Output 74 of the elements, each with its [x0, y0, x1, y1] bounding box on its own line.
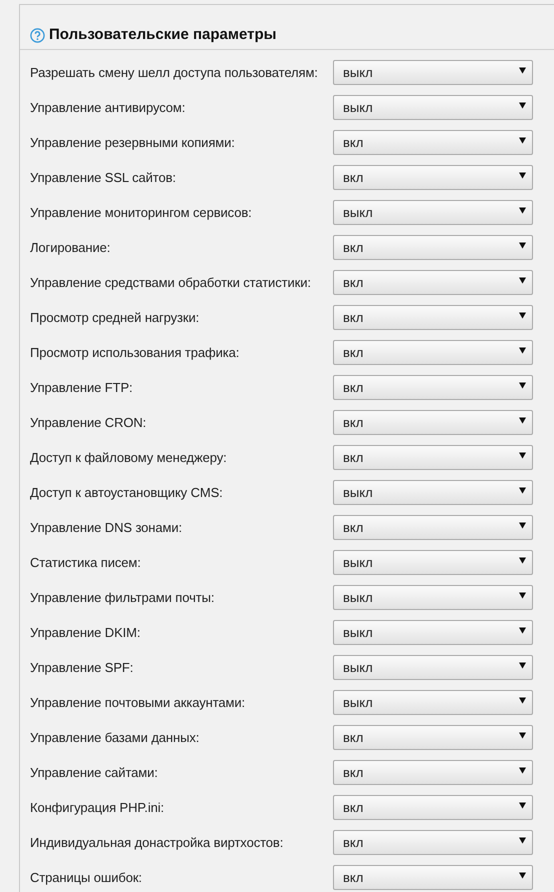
select-dropdown[interactable]: вкл: [333, 410, 533, 435]
caret-icon: [519, 487, 526, 494]
setting-label: Управление SSL сайтов:: [30, 170, 177, 185]
caret-icon: [519, 872, 526, 879]
caret-icon: [519, 312, 526, 319]
help-icon[interactable]: [30, 28, 45, 43]
setting-label: Статистика писем:: [30, 555, 142, 570]
select-dropdown[interactable]: выкл: [333, 620, 533, 645]
select-dropdown[interactable]: вкл: [333, 725, 533, 750]
caret-icon: [519, 102, 526, 109]
setting-label: Управление сайтами:: [30, 765, 159, 780]
caret-icon: [519, 592, 526, 599]
select-dropdown[interactable]: вкл: [333, 270, 533, 295]
caret-icon: [519, 242, 526, 249]
select-dropdown[interactable]: выкл: [333, 585, 533, 610]
select-dropdown[interactable]: вкл: [333, 795, 533, 820]
setting-label: Просмотр средней нагрузки:: [30, 310, 200, 325]
caret-icon: [519, 382, 526, 389]
setting-label: Управление мониторингом сервисов:: [30, 205, 253, 220]
caret-icon: [519, 732, 526, 739]
setting-label: Управление фильтрами почты:: [30, 590, 216, 605]
caret-icon: [519, 347, 526, 354]
select-dropdown[interactable]: вкл: [333, 130, 533, 155]
setting-label: Управление DKIM:: [30, 625, 142, 640]
select-dropdown[interactable]: вкл: [333, 515, 533, 540]
setting-label: Управление почтовыми аккаунтами:: [30, 695, 246, 710]
setting-label: Управление антивирусом:: [30, 100, 186, 115]
setting-label: Управление DNS зонами:: [30, 520, 184, 535]
select-dropdown[interactable]: вкл: [333, 305, 533, 330]
caret-icon: [519, 767, 526, 774]
select-dropdown[interactable]: выкл: [333, 655, 533, 680]
caret-icon: [519, 837, 526, 844]
section-title: Пользовательские параметры: [49, 26, 276, 43]
select-dropdown[interactable]: вкл: [333, 830, 533, 855]
setting-label: Управление SPF:: [30, 660, 134, 675]
caret-icon: [519, 172, 526, 179]
setting-label: Доступ к файловому менеджеру:: [30, 450, 228, 465]
select-dropdown[interactable]: выкл: [333, 550, 533, 575]
select-dropdown[interactable]: вкл: [333, 165, 533, 190]
caret-icon: [519, 662, 526, 669]
setting-label: Страницы ошибок:: [30, 870, 143, 885]
select-dropdown[interactable]: выкл: [333, 60, 533, 85]
setting-label: Управление CRON:: [30, 415, 148, 430]
caret-icon: [519, 697, 526, 704]
select-dropdown[interactable]: выкл: [333, 200, 533, 225]
setting-label: Управление резервными копиями:: [30, 135, 236, 150]
setting-label: Управление базами данных:: [30, 730, 200, 745]
caret-icon: [519, 557, 526, 564]
caret-icon: [519, 417, 526, 424]
caret-icon: [519, 452, 526, 459]
select-dropdown[interactable]: вкл: [333, 375, 533, 400]
setting-label: Управление средствами обработки статистики:: [30, 275, 312, 290]
caret-icon: [519, 67, 526, 74]
select-dropdown[interactable]: выкл: [333, 690, 533, 715]
caret-icon: [519, 802, 526, 809]
setting-label: Доступ к автоустановщику CMS:: [30, 485, 224, 500]
setting-label: Конфигурация PHP.ini:: [30, 800, 166, 815]
select-dropdown[interactable]: выкл: [333, 480, 533, 505]
select-dropdown[interactable]: вкл: [333, 760, 533, 785]
caret-icon: [519, 522, 526, 529]
select-dropdown[interactable]: вкл: [333, 340, 533, 365]
caret-icon: [519, 137, 526, 144]
setting-label: Управление FTP:: [30, 380, 134, 395]
setting-label: Разрешать смену шелл доступа пользователям:: [30, 65, 319, 80]
select-dropdown[interactable]: вкл: [333, 235, 533, 260]
caret-icon: [519, 207, 526, 214]
setting-label: Просмотр использования трафика:: [30, 345, 240, 360]
setting-label: Индивидуальная донастройка виртхостов:: [30, 835, 284, 850]
caret-icon: [519, 277, 526, 284]
select-dropdown[interactable]: вкл: [333, 865, 533, 890]
select-dropdown[interactable]: выкл: [333, 95, 533, 120]
select-dropdown[interactable]: вкл: [333, 445, 533, 470]
setting-label: Логирование:: [30, 240, 112, 255]
caret-icon: [519, 627, 526, 634]
